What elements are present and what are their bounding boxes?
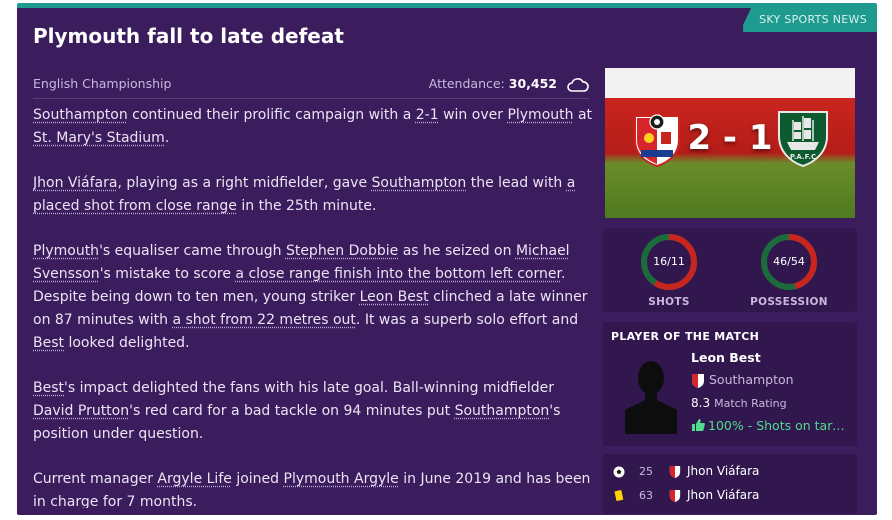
potm-name[interactable]: Leon Best: [691, 350, 761, 365]
competition-label[interactable]: English Championship: [33, 76, 171, 91]
shots-value: 16/11: [653, 255, 685, 268]
text: as he seized on: [398, 243, 516, 259]
text: in the 25th minute.: [236, 198, 377, 214]
player-link[interactable]: David Prutton: [33, 403, 129, 419]
southampton-crest-icon: [669, 490, 681, 502]
team-link[interactable]: Southampton: [455, 403, 550, 419]
article-body: Southampton continued their prolific cam…: [33, 104, 593, 508]
shots-label: SHOTS: [648, 296, 690, 308]
team-link[interactable]: Southampton: [372, 175, 467, 191]
text: 's equaliser came through: [99, 243, 286, 259]
svg-text:P.A.F.C: P.A.F.C: [790, 153, 816, 161]
event-row[interactable]: 63 Jhon Viáfara: [613, 486, 853, 508]
text: 's mistake to score: [99, 266, 236, 282]
attendance: Attendance: 30,452: [429, 76, 589, 92]
text: .: [164, 130, 170, 146]
match-meta: English Championship Attendance: 30,452: [33, 72, 589, 99]
player-link[interactable]: Jhon Viáfara: [33, 175, 117, 191]
possession-stat[interactable]: 46/54 POSSESSION: [729, 232, 849, 308]
score-panel: 2 - 1 P.A.F.C: [605, 68, 855, 218]
potm-club[interactable]: Southampton: [691, 372, 794, 389]
match-report-window: SKY SPORTS NEWS Plymouth fall to late de…: [17, 3, 877, 515]
match-events-panel: 25 Jhon Viáfara 63 Jhon Viáfara: [603, 454, 857, 514]
article-paragraph: Current manager Argyle Life joined Plymo…: [33, 468, 593, 508]
team-link[interactable]: Plymouth: [33, 243, 99, 259]
team-link[interactable]: Plymouth: [507, 107, 573, 123]
event-player: Jhon Viáfara: [687, 464, 760, 478]
potm-highlight: 100% - Shots on targe...: [691, 418, 851, 433]
text: Current manager: [33, 471, 158, 487]
article-paragraph: Southampton continued their prolific cam…: [33, 104, 593, 150]
potm-club-name: Southampton: [709, 372, 794, 387]
text: . It was a superb solo effort and: [355, 312, 579, 328]
southampton-crest-icon: [669, 466, 681, 478]
event-player: Jhon Viáfara: [687, 488, 760, 502]
attendance-label: Attendance:: [428, 76, 505, 91]
text: at: [573, 107, 593, 123]
goal-link[interactable]: a shot from 22 metres out: [172, 312, 355, 328]
text: looked delighted.: [64, 335, 190, 351]
team-link[interactable]: Southampton: [33, 107, 128, 123]
goal-link[interactable]: a close range finish into the bottom lef…: [235, 266, 561, 282]
player-link[interactable]: Leon Best: [360, 289, 429, 305]
possession-ring: 46/54: [759, 232, 819, 292]
potm-rating: 8.3 Match Rating: [691, 396, 787, 410]
player-link[interactable]: Best: [33, 335, 64, 351]
shots-stat[interactable]: 16/11 SHOTS: [609, 232, 729, 308]
venue-link[interactable]: St. Mary's Stadium: [33, 130, 165, 146]
player-of-the-match-panel[interactable]: PLAYER OF THE MATCH Leon Best Southampto…: [603, 322, 857, 446]
article-paragraph: Plymouth's equaliser came through Stephe…: [33, 240, 593, 355]
cloud-icon: [567, 77, 589, 92]
article-paragraph: Best's impact delighted the fans with hi…: [33, 377, 593, 446]
event-minute: 25: [639, 465, 653, 478]
text: continued their prolific campaign with a: [127, 107, 416, 123]
text: win over: [438, 107, 508, 123]
yellow-card-icon: [614, 490, 624, 501]
team-link[interactable]: Plymouth Argyle: [284, 471, 399, 487]
player-link[interactable]: Stephen Dobbie: [286, 243, 398, 259]
text: , playing as a right midfielder, gave: [117, 175, 372, 191]
southampton-crest-icon: [692, 373, 704, 388]
text: 's impact delighted the fans with his la…: [64, 380, 554, 396]
source-tab: SKY SPORTS NEWS: [743, 8, 877, 32]
event-minute: 63: [639, 489, 653, 502]
rating-value: 8.3: [691, 396, 711, 410]
event-row[interactable]: 25 Jhon Viáfara: [613, 462, 853, 484]
article-paragraph: Jhon Viáfara, playing as a right midfiel…: [33, 172, 593, 218]
rating-label: Match Rating: [714, 397, 787, 410]
attendance-value: 30,452: [508, 76, 558, 91]
thumbs-up-icon: [692, 419, 705, 431]
possession-label: POSSESSION: [750, 296, 828, 308]
text: 's red card for a bad tackle on 94 minut…: [129, 403, 455, 419]
manager-link[interactable]: Argyle Life: [157, 471, 231, 487]
shots-ring: 16/11: [639, 232, 699, 292]
player-link[interactable]: Best: [33, 380, 64, 396]
plymouth-crest-icon[interactable]: P.A.F.C: [775, 108, 831, 168]
possession-value: 46/54: [773, 255, 805, 268]
football-icon: [613, 466, 625, 478]
text: the lead with: [466, 175, 567, 191]
potm-highlight-text: 100% - Shots on targe...: [708, 418, 851, 433]
potm-heading: PLAYER OF THE MATCH: [611, 330, 760, 343]
stats-panel: 16/11 SHOTS 46/54 POSSESSION: [603, 228, 857, 312]
score-link[interactable]: 2-1: [416, 107, 439, 123]
headline: Plymouth fall to late defeat: [33, 24, 344, 48]
player-silhouette-icon: [625, 361, 677, 434]
text: joined: [231, 471, 284, 487]
